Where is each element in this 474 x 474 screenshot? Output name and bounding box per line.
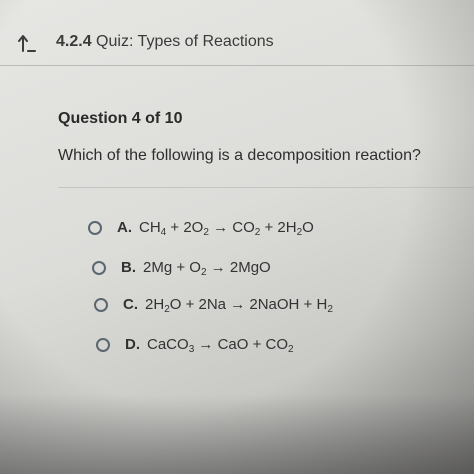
question-divider xyxy=(58,187,474,188)
answer-option-d[interactable]: D. CaCO3 → CaO + CO2 xyxy=(96,336,294,355)
radio-button[interactable] xyxy=(94,297,108,312)
back-arrow-icon[interactable] xyxy=(18,33,36,53)
option-letter: B. xyxy=(121,259,136,276)
quiz-title: 4.2.4 Quiz: Types of Reactions xyxy=(56,33,274,51)
radio-button[interactable] xyxy=(96,337,110,352)
lesson-title: Quiz: Types of Reactions xyxy=(96,33,274,50)
answer-option-c[interactable]: C. 2H2O + 2Na → 2NaOH + H2 xyxy=(94,296,333,315)
answer-option-b[interactable]: B. 2Mg + O2 → 2MgO xyxy=(92,259,271,278)
photo-shadow xyxy=(0,394,474,474)
quiz-screen: 4.2.4 Quiz: Types of Reactions Question … xyxy=(0,0,474,474)
radio-button[interactable] xyxy=(92,260,106,275)
question-prompt: Which of the following is a decompositio… xyxy=(58,147,421,164)
answer-option-a[interactable]: A. CH4 + 2O2 → CO2 + 2H2O xyxy=(88,219,314,238)
option-formula: CH4 + 2O2 → CO2 + 2H2O xyxy=(139,219,314,238)
option-letter: C. xyxy=(123,296,138,313)
header-divider xyxy=(0,65,474,66)
option-formula: 2Mg + O2 → 2MgO xyxy=(143,259,271,278)
radio-button[interactable] xyxy=(88,220,102,235)
option-formula: CaCO3 → CaO + CO2 xyxy=(147,336,294,355)
lesson-number: 4.2.4 xyxy=(56,33,92,50)
option-letter: D. xyxy=(125,336,140,353)
option-formula: 2H2O + 2Na → 2NaOH + H2 xyxy=(145,296,333,315)
photo-vignette xyxy=(0,0,474,474)
option-letter: A. xyxy=(117,219,132,236)
question-number: Question 4 of 10 xyxy=(58,110,183,127)
quiz-header: 4.2.4 Quiz: Types of Reactions xyxy=(0,22,474,64)
